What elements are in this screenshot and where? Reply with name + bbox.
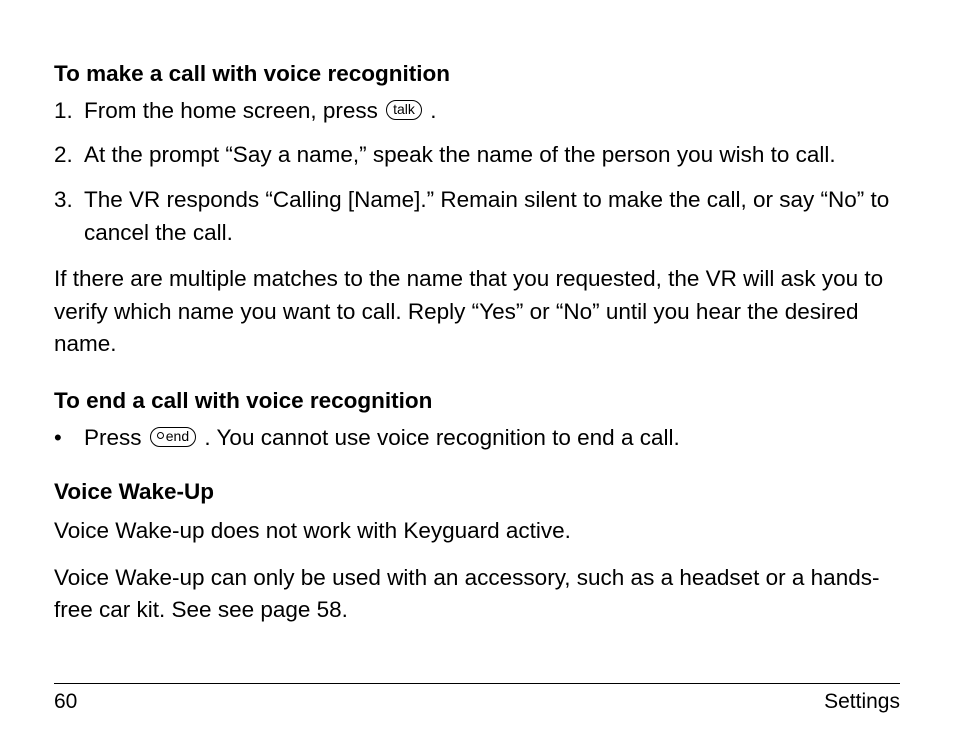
end-call-bullet: Press end . You cannot use voice recogni… (54, 422, 900, 455)
heading-end-call: To end a call with voice recognition (54, 385, 900, 418)
section-name: Settings (824, 690, 900, 714)
step-1-text-post: . (430, 98, 436, 123)
end-call-text-pre: Press (84, 425, 148, 450)
step-1-text-pre: From the home screen, press (84, 98, 384, 123)
step-3-text: The VR responds “Calling [Name].” Remain… (84, 184, 900, 249)
heading-make-call: To make a call with voice recognition (54, 58, 900, 91)
step-3: The VR responds “Calling [Name].” Remain… (54, 184, 900, 249)
document-page: To make a call with voice recognition Fr… (0, 0, 954, 738)
voice-wake-para-2: Voice Wake-up can only be used with an a… (54, 562, 900, 627)
end-key-icon: end (150, 427, 196, 447)
paragraph-multiple-matches: If there are multiple matches to the nam… (54, 263, 900, 361)
steps-list: From the home screen, press talk . At th… (54, 95, 900, 250)
end-key-label: end (166, 428, 189, 444)
end-key-dot-icon (157, 432, 164, 439)
end-call-list: Press end . You cannot use voice recogni… (54, 422, 900, 455)
page-content: To make a call with voice recognition Fr… (54, 58, 900, 627)
heading-voice-wake: Voice Wake-Up (54, 476, 900, 509)
page-number: 60 (54, 690, 77, 714)
voice-wake-para-1: Voice Wake-up does not work with Keyguar… (54, 515, 900, 548)
step-2: At the prompt “Say a name,” speak the na… (54, 139, 900, 172)
step-1: From the home screen, press talk . (54, 95, 900, 128)
talk-key-icon: talk (386, 100, 422, 120)
end-call-text-post: . You cannot use voice recognition to en… (204, 425, 679, 450)
page-footer: 60 Settings (54, 683, 900, 714)
step-2-text: At the prompt “Say a name,” speak the na… (84, 139, 900, 172)
